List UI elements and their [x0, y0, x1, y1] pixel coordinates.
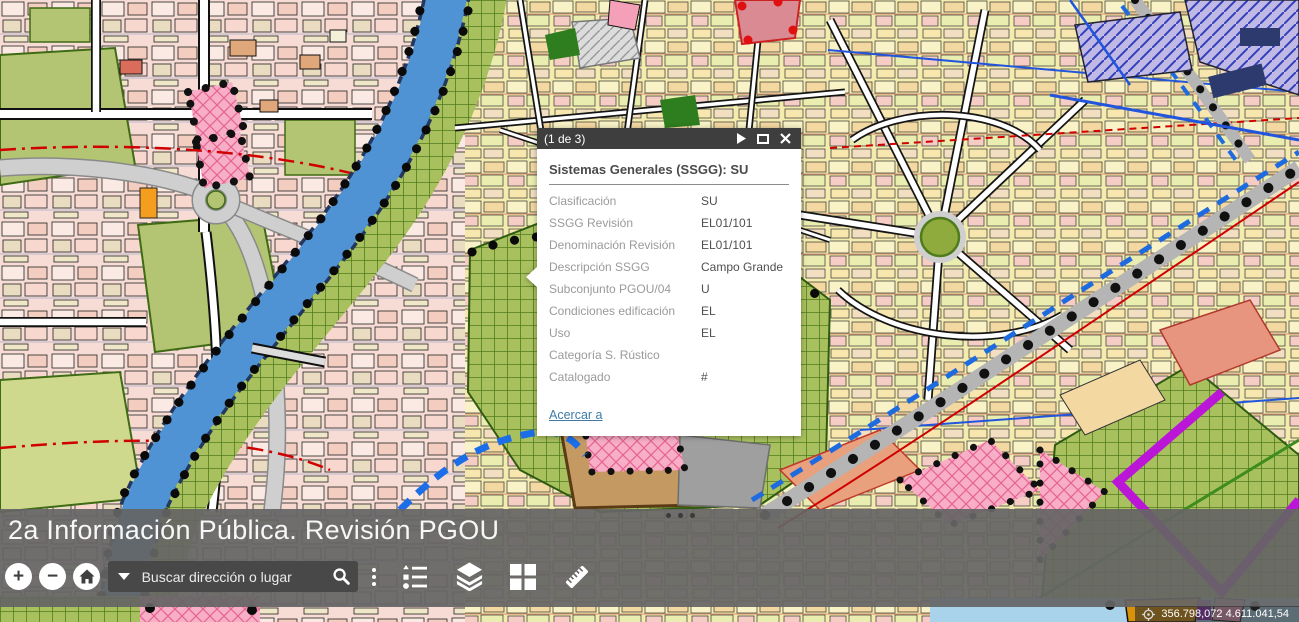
more-tools-button[interactable]: [366, 563, 382, 590]
feature-popup: (1 de 3) Sistemas Generales (SSGG): SU C…: [537, 128, 801, 436]
zoom-out-button[interactable]: −: [39, 563, 66, 590]
coordinate-value: 356.798,072 4.611.041,54: [1161, 608, 1289, 620]
field-row: Descripción SSGGCampo Grande: [549, 256, 789, 278]
close-icon[interactable]: [776, 131, 794, 147]
field-row: ClasificaciónSU: [549, 190, 789, 212]
home-button[interactable]: [73, 563, 100, 590]
popup-pager: (1 de 3): [544, 132, 728, 146]
field-row: Denominación RevisiónEL01/101: [549, 234, 789, 256]
home-icon: [79, 569, 95, 584]
ruler-icon: [562, 562, 592, 592]
search-input[interactable]: [140, 569, 325, 585]
field-row: Catalogado#: [549, 366, 789, 388]
field-row: Categoría S. Rústico: [549, 344, 789, 366]
basemap-grid-icon: [510, 564, 536, 590]
legend-button[interactable]: [400, 564, 429, 590]
search-button[interactable]: [325, 561, 358, 592]
popup-title: Sistemas Generales (SSGG): SU: [549, 158, 789, 185]
search-widget: [108, 561, 358, 592]
field-row: Condiciones edificaciónEL: [549, 300, 789, 322]
measure-button[interactable]: [562, 562, 592, 592]
orange-parcel: [140, 188, 157, 218]
popup-body: Sistemas Generales (SSGG): SU Clasificac…: [537, 149, 801, 436]
layers-icon: [455, 562, 484, 591]
field-row: Subconjunto PGOU/04U: [549, 278, 789, 300]
legend-icon: [400, 564, 429, 590]
maximize-icon[interactable]: [754, 131, 772, 147]
search-icon: [332, 567, 351, 586]
map-toolbar: + −: [5, 561, 592, 592]
field-row: SSGG RevisiónEL01/101: [549, 212, 789, 234]
zoom-to-link[interactable]: Acercar a: [549, 408, 603, 422]
app-title: 2a Información Pública. Revisión PGOU: [0, 509, 1299, 546]
coordinate-widget[interactable]: 356.798,072 4.611.041,54: [1135, 606, 1299, 622]
zoom-in-button[interactable]: +: [5, 563, 32, 590]
caret-down-icon: [118, 573, 130, 580]
field-row: UsoEL: [549, 322, 789, 344]
basemap-gallery-button[interactable]: [510, 564, 536, 590]
next-feature-icon[interactable]: [732, 131, 750, 147]
search-source-dropdown[interactable]: [108, 561, 140, 592]
crosshair-icon: [1142, 608, 1155, 621]
layers-button[interactable]: [455, 562, 484, 591]
popup-header: (1 de 3): [537, 128, 801, 149]
bottom-panel: 2a Información Pública. Revisión PGOU + …: [0, 509, 1299, 607]
popup-pointer: [526, 266, 538, 288]
panel-handle-icon[interactable]: [666, 513, 695, 518]
